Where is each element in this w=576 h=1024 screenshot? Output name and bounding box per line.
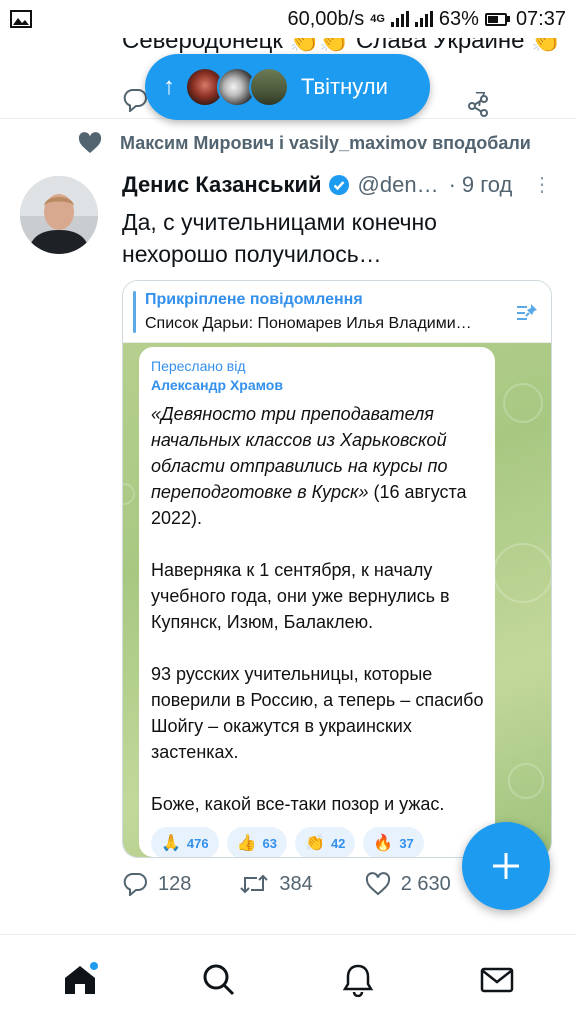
reaction-emoji: 🔥 bbox=[373, 835, 394, 852]
background-doodle bbox=[503, 383, 543, 423]
tweet-header: Денис Казанський @den… · 9 год ⋮ bbox=[122, 172, 552, 198]
reaction-chip: 👏 42 bbox=[295, 827, 356, 857]
tweet-time[interactable]: 9 год bbox=[462, 172, 512, 198]
reaction-count: 42 bbox=[330, 835, 346, 851]
gallery-notification-icon bbox=[10, 10, 32, 28]
nav-messages[interactable] bbox=[467, 950, 527, 1010]
signal-icon-2 bbox=[414, 11, 433, 27]
battery-percent: 63% bbox=[438, 7, 479, 30]
reaction-chip: 🔥 37 bbox=[363, 827, 424, 857]
reply-icon[interactable] bbox=[122, 88, 148, 112]
nav-search[interactable] bbox=[189, 950, 249, 1010]
reaction-count: 476 bbox=[186, 835, 209, 851]
network-speed: 60,00b/s bbox=[287, 7, 365, 30]
reaction-emoji: 👏 bbox=[305, 835, 325, 852]
message-paragraph-3: 93 русских учительницы, которые поверили… bbox=[151, 664, 484, 762]
clock: 07:37 bbox=[515, 7, 566, 30]
background-doodle bbox=[123, 483, 135, 505]
reaction-emoji: 👍 bbox=[236, 835, 257, 852]
reply-count: 128 bbox=[158, 872, 192, 895]
arrow-up-icon: ↑ bbox=[163, 73, 175, 100]
reaction-chip: 👍 63 bbox=[226, 827, 288, 857]
message-paragraph-4: Боже, какой все-таки позор и ужас. bbox=[151, 794, 445, 814]
nav-notifications[interactable] bbox=[328, 950, 388, 1010]
nav-home[interactable] bbox=[50, 950, 110, 1010]
reaction-count: 37 bbox=[399, 835, 414, 851]
pinned-text: Список Дарьи: Пономарев Илья Владими… bbox=[145, 315, 472, 332]
reaction-chip: 🙏 476 bbox=[151, 827, 219, 857]
status-bar: 60,00b/s 4G 63% 07:37 bbox=[0, 0, 576, 38]
tweet-media-image[interactable]: Прикріплене повідомлення Список Дарьи: П… bbox=[122, 280, 552, 858]
pill-label: Твітнули bbox=[301, 74, 388, 99]
like-count: 2 630 bbox=[400, 872, 451, 895]
reaction-count: 63 bbox=[262, 835, 278, 851]
like-button[interactable]: 2 630 bbox=[365, 872, 451, 896]
author-handle[interactable]: @den… bbox=[358, 172, 439, 198]
retweet-icon bbox=[240, 874, 269, 894]
message-reactions: 🙏476 👍63 👏42 🔥37 ❤️19 bbox=[151, 827, 485, 857]
network-type: 4G bbox=[370, 13, 385, 25]
telegram-message-bubble: Переслано від Александр Храмов «Девяност… bbox=[139, 347, 495, 857]
verified-badge-icon bbox=[328, 174, 350, 196]
message-paragraph-2: Наверняка к 1 сентября, к началу учебног… bbox=[151, 560, 450, 632]
new-tweets-pill[interactable]: ↑ Твітнули bbox=[145, 54, 430, 120]
background-doodle bbox=[508, 763, 544, 799]
signal-icon bbox=[390, 11, 409, 27]
reply-icon bbox=[123, 873, 147, 896]
like-icon bbox=[365, 872, 390, 896]
reaction-emoji: 🙏 bbox=[161, 835, 181, 852]
battery-icon bbox=[484, 12, 510, 26]
separator: · bbox=[448, 172, 456, 197]
heart-icon bbox=[78, 132, 102, 153]
unread-dot bbox=[89, 961, 98, 970]
tweet-text: Да, с учительницами конечно нехорошо пол… bbox=[122, 209, 437, 267]
forwarded-label: Переслано від bbox=[151, 358, 246, 374]
retweet-count: 384 bbox=[279, 872, 313, 895]
pin-icon bbox=[517, 304, 537, 320]
forwarded-from: Александр Храмов bbox=[151, 377, 283, 393]
battery-fill bbox=[487, 15, 499, 23]
pinned-message-bar: Прикріплене повідомлення Список Дарьи: П… bbox=[123, 281, 551, 343]
avatar bbox=[249, 67, 289, 107]
share-icon[interactable] bbox=[466, 94, 490, 118]
author-avatar[interactable] bbox=[20, 176, 98, 254]
search-icon bbox=[203, 964, 234, 995]
social-context[interactable]: Максим Мирович і vasily_maximov вподобал… bbox=[78, 132, 531, 154]
message-paragraph-1: «Девяносто три преподавателя начальных к… bbox=[151, 401, 485, 531]
pinned-title: Прикріплене повідомлення bbox=[145, 291, 363, 308]
author-name[interactable]: Денис Казанський bbox=[122, 172, 322, 198]
liked-by-text: Максим Мирович і vasily_maximov вподобал… bbox=[120, 132, 531, 153]
bottom-nav bbox=[0, 934, 576, 1024]
status-left bbox=[10, 9, 32, 29]
pinned-accent bbox=[133, 291, 136, 333]
compose-plus-icon bbox=[493, 853, 519, 879]
messages-icon bbox=[480, 967, 513, 992]
more-icon[interactable]: ⋮ bbox=[532, 175, 552, 195]
avatar-photo bbox=[20, 176, 98, 254]
retweet-button[interactable]: 384 bbox=[239, 872, 313, 896]
compose-tweet-button[interactable] bbox=[462, 822, 550, 910]
background-doodle bbox=[493, 543, 551, 603]
pill-avatars bbox=[185, 67, 289, 107]
reply-button[interactable]: 128 bbox=[122, 872, 191, 896]
notifications-icon bbox=[342, 964, 373, 997]
status-right: 60,00b/s 4G 63% 07:37 bbox=[287, 8, 566, 31]
